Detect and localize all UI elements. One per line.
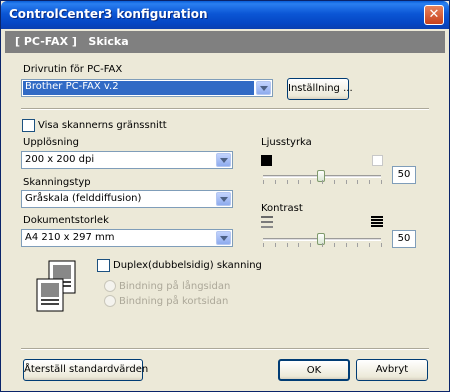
resolution-label: Upplösning: [23, 137, 79, 148]
slider-tick: [263, 180, 264, 184]
slider-tick: [357, 180, 359, 184]
slider-tick: [310, 180, 312, 184]
slider-tick: [286, 243, 288, 247]
slider-tick: [369, 180, 371, 184]
section-header-text: [ PC-FAX ] Skicka: [15, 35, 129, 48]
bind-long-edge-radio[interactable]: [104, 280, 116, 292]
slider-tick: [333, 180, 335, 184]
contrast-label: Kontrast: [261, 203, 303, 214]
slider-tick: [263, 243, 264, 247]
brightness-label: Ljusstyrka: [261, 137, 312, 148]
bind-long-edge-label: Bindning på långsidan: [119, 281, 231, 292]
show-scanner-interface-checkbox[interactable]: [22, 119, 35, 132]
high-contrast-icon: [371, 216, 383, 227]
scan-type-select-value: Gråskala (felddiffusion): [25, 193, 142, 204]
duplex-documents-icon: [36, 260, 76, 312]
dark-square-icon: [261, 155, 272, 166]
restore-defaults-button[interactable]: Återställ standardvärden: [23, 359, 148, 381]
duplex-label: Duplex(dubbelsidig) skanning: [113, 260, 262, 271]
slider-tick: [298, 180, 300, 184]
slider-tick: [322, 180, 323, 184]
close-icon[interactable]: ✕: [424, 5, 444, 25]
chevron-down-icon[interactable]: [216, 192, 231, 206]
chevron-down-icon[interactable]: [216, 153, 231, 167]
resolution-select[interactable]: 200 x 200 dpi: [21, 151, 233, 169]
bind-short-edge-radio[interactable]: [104, 295, 116, 307]
slider-tick: [274, 180, 276, 184]
low-contrast-icon: [261, 216, 273, 228]
document-size-label: Dokumentstorlek: [23, 215, 109, 226]
chevron-down-icon[interactable]: [216, 231, 231, 245]
settings-button[interactable]: Inställning ...: [287, 78, 353, 100]
light-square-icon: [372, 155, 383, 166]
slider-tick: [322, 243, 323, 247]
brightness-slider-thumb[interactable]: [317, 170, 325, 182]
resolution-select-value: 200 x 200 dpi: [25, 154, 95, 165]
duplex-checkbox[interactable]: [97, 259, 110, 272]
slider-tick: [310, 243, 312, 247]
slider-tick: [381, 180, 382, 184]
section-header: [ PC-FAX ] Skicka: [5, 31, 445, 53]
window-title: ControlCenter3 konfiguration: [9, 7, 208, 21]
slider-tick: [381, 243, 382, 247]
slider-tick: [369, 243, 371, 247]
title-bar[interactable]: ControlCenter3 konfiguration ✕: [1, 1, 449, 29]
divider: [21, 108, 429, 110]
contrast-value[interactable]: 50: [392, 230, 416, 248]
config-window: ControlCenter3 konfiguration ✕ [ PC-FAX …: [0, 0, 450, 392]
document-size-select[interactable]: A4 210 x 297 mm: [21, 229, 233, 247]
slider-tick: [357, 243, 359, 247]
driver-select[interactable]: Brother PC-FAX v.2: [21, 79, 273, 97]
cancel-button[interactable]: Avbryt: [356, 359, 428, 381]
slider-tick: [286, 180, 288, 184]
scan-type-label: Skanningstyp: [23, 177, 91, 188]
contrast-slider-thumb[interactable]: [317, 233, 325, 245]
slider-tick: [345, 243, 347, 247]
slider-tick: [298, 243, 300, 247]
driver-select-value: Brother PC-FAX v.2: [23, 81, 254, 95]
slider-tick: [274, 243, 276, 247]
scan-type-select[interactable]: Gråskala (felddiffusion): [21, 190, 233, 208]
slider-tick: [345, 180, 347, 184]
driver-label: Drivrutin för PC-FAX: [23, 64, 123, 75]
bind-short-edge-label: Bindning på kortsidan: [119, 296, 229, 307]
document-size-select-value: A4 210 x 297 mm: [25, 232, 115, 243]
ok-button[interactable]: OK: [278, 359, 350, 381]
show-scanner-interface-label: Visa skannerns gränssnitt: [38, 120, 167, 131]
slider-tick: [333, 243, 335, 247]
brightness-value[interactable]: 50: [392, 166, 416, 184]
divider: [21, 348, 429, 350]
chevron-down-icon[interactable]: [256, 81, 271, 95]
